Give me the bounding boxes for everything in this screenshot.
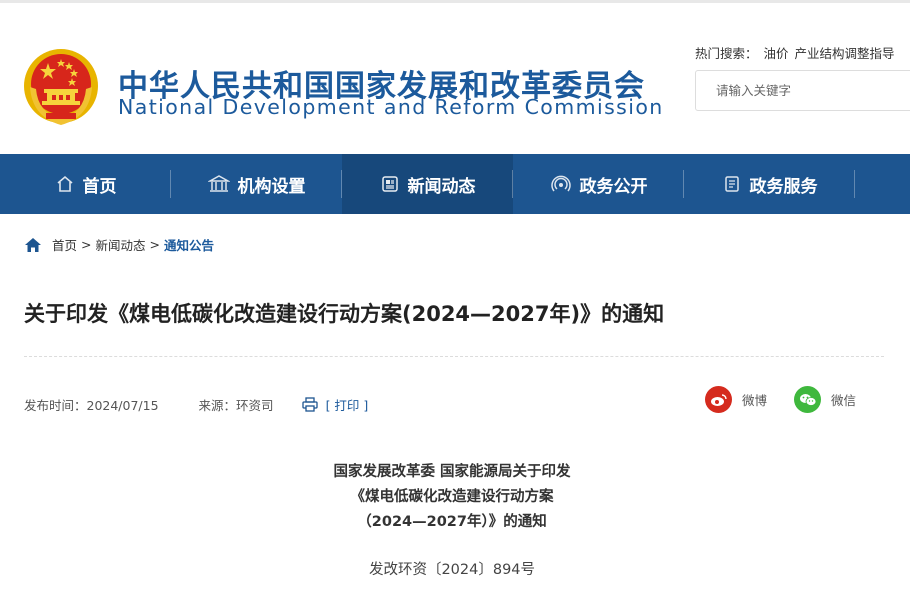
site-title-english[interactable]: National Development and Reform Commissi… xyxy=(118,95,664,119)
breadcrumb-home[interactable]: 首页 xyxy=(52,235,77,254)
breadcrumb-separator: > xyxy=(149,237,160,252)
breadcrumb-news[interactable]: 新闻动态 xyxy=(96,235,146,254)
home-icon xyxy=(56,175,73,192)
document-heading: 国家发展改革委 国家能源局关于印发 《煤电低碳化改造建设行动方案 （2024—2… xyxy=(0,460,904,535)
publish-date: 发布时间：2024/07/15 xyxy=(24,398,159,413)
main-navigation: 首页 机构设置 新闻动态 政务公开 政务服务 xyxy=(0,154,910,214)
printer-icon xyxy=(301,397,318,412)
nav-item-gov-affairs-public[interactable]: 政务公开 xyxy=(513,154,684,214)
nav-item-news[interactable]: 新闻动态 xyxy=(342,154,513,214)
hot-search-label: 热门搜索： xyxy=(695,46,758,61)
print-button[interactable]: [ 打印 ] xyxy=(301,395,369,414)
print-label: [ 打印 ] xyxy=(325,398,369,413)
share-wechat-label: 微信 xyxy=(831,393,857,408)
hot-search-item-industry[interactable]: 产业结构调整指导 xyxy=(795,46,895,61)
article-source: 来源：环资司 xyxy=(198,398,274,413)
home-icon[interactable] xyxy=(24,237,42,253)
share-weibo-label: 微博 xyxy=(742,393,768,408)
building-icon xyxy=(207,175,230,192)
article-title: 关于印发《煤电低碳化改造建设行动方案(2024—2027年)》的通知 xyxy=(24,302,665,326)
weibo-icon xyxy=(705,386,732,413)
search-box xyxy=(695,70,910,111)
search-input[interactable] xyxy=(696,71,910,110)
newspaper-icon xyxy=(381,176,398,192)
document-heading-line: 国家发展改革委 国家能源局关于印发 xyxy=(333,464,571,480)
document-icon xyxy=(724,176,739,192)
document-heading-line: （2024—2027年）》的通知 xyxy=(357,514,547,530)
nav-label-news: 新闻动态 xyxy=(407,176,476,197)
title-divider xyxy=(24,356,884,357)
nav-item-gov-services[interactable]: 政务服务 xyxy=(684,154,855,214)
breadcrumb-current[interactable]: 通知公告 xyxy=(164,235,214,254)
nav-label-organization: 机构设置 xyxy=(237,176,306,197)
nav-label-gov-affairs-public: 政务公开 xyxy=(579,176,648,197)
nav-label-home: 首页 xyxy=(82,176,117,197)
site-header: 中华人民共和国国家发展和改革委员会 National Development a… xyxy=(0,3,910,154)
nav-divider xyxy=(854,170,855,198)
wechat-icon xyxy=(794,386,821,413)
hot-search: 热门搜索： 油价 产业结构调整指导 xyxy=(695,43,901,62)
share-wechat-button[interactable]: 微信 xyxy=(794,386,856,413)
broadcast-icon xyxy=(550,175,571,192)
hot-search-item-oil-price[interactable]: 油价 xyxy=(764,46,789,61)
breadcrumb-separator: > xyxy=(81,237,92,252)
nav-item-home[interactable]: 首页 xyxy=(0,154,171,214)
breadcrumb: 首页 > 新闻动态 > 通知公告 xyxy=(24,235,214,254)
document-heading-line: 《煤电低碳化改造建设行动方案 xyxy=(350,489,554,505)
article-meta: 发布时间：2024/07/15 来源：环资司 [ 打印 ] xyxy=(24,395,368,414)
document-number: 发改环资〔2024〕894号 xyxy=(368,562,536,578)
national-emblem-logo[interactable] xyxy=(22,47,100,129)
share-weibo-button[interactable]: 微博 xyxy=(705,386,767,413)
nav-item-organization[interactable]: 机构设置 xyxy=(171,154,342,214)
nav-label-gov-services: 政务服务 xyxy=(749,176,818,197)
